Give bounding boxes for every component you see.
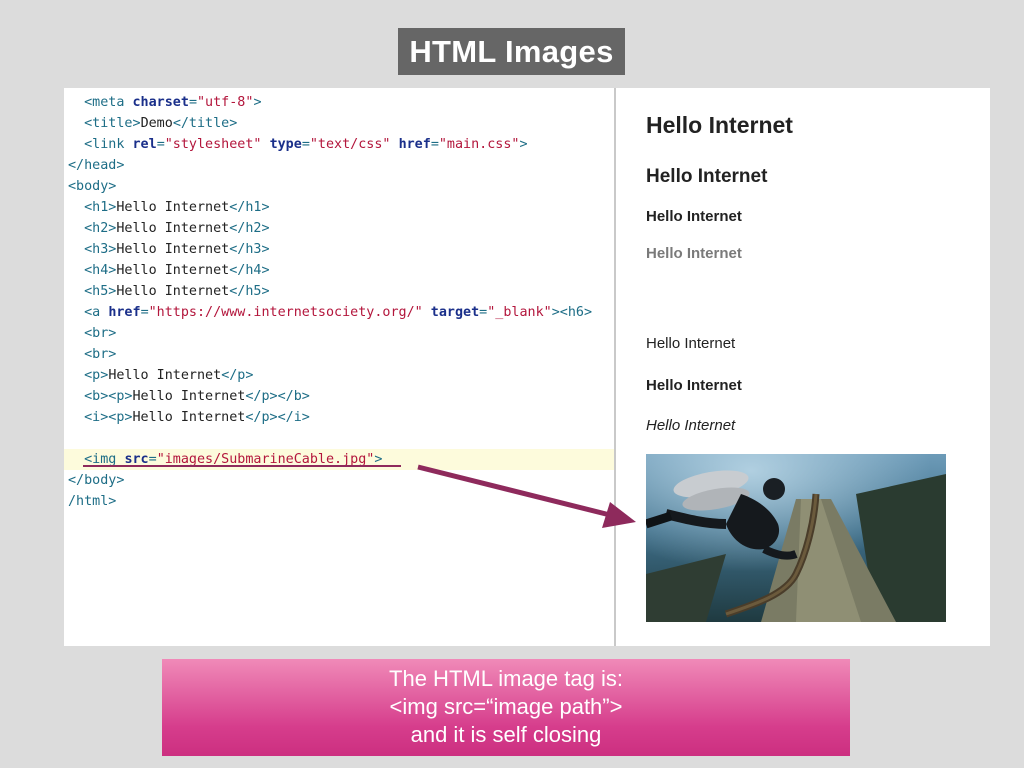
caption-line-3: and it is self closing [410, 722, 602, 747]
caption-line-1: The HTML image tag is: [389, 666, 623, 691]
pointer-arrow [417, 464, 636, 528]
caption-line-2: <img src=“image path”> [389, 694, 623, 719]
caption-box: The HTML image tag is: <img src=“image p… [162, 659, 850, 756]
